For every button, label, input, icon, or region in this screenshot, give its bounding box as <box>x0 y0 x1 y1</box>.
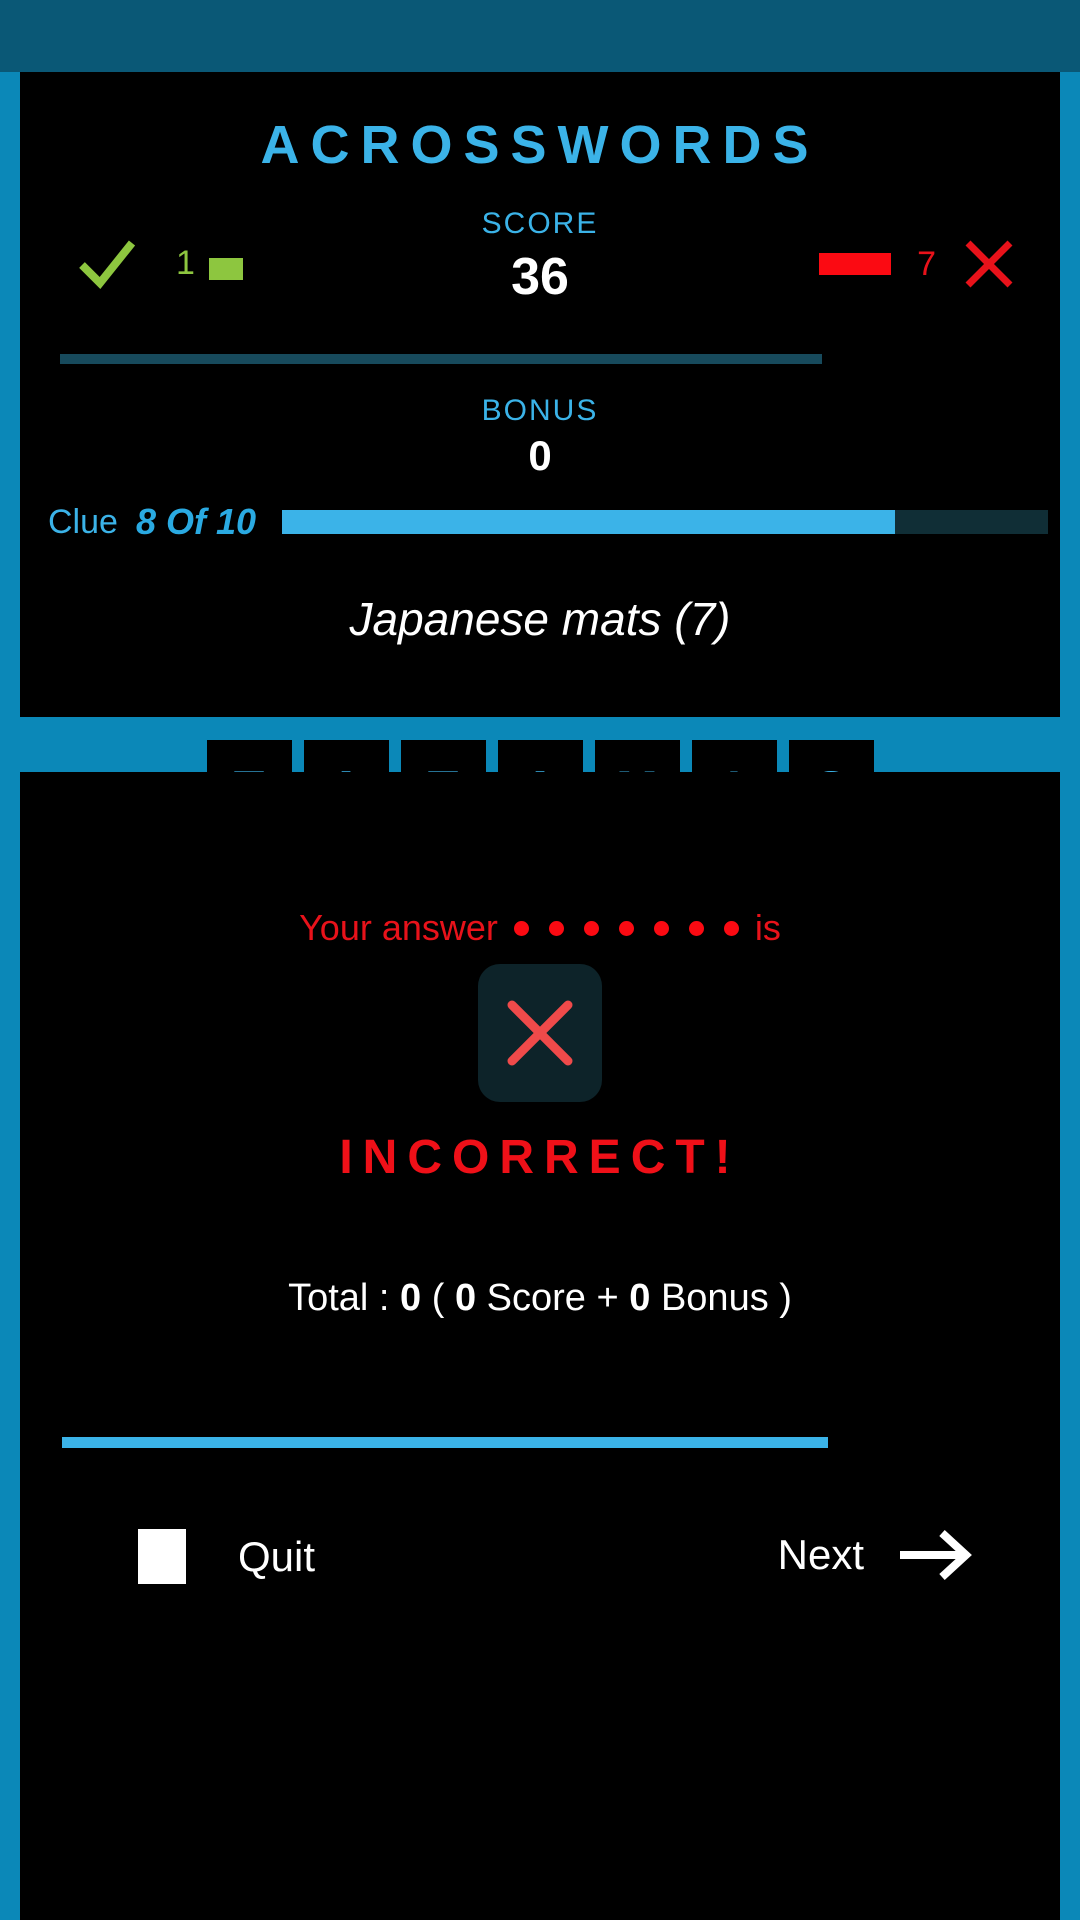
arrow-right-icon <box>898 1529 972 1581</box>
total-line: Total : 0 ( 0 Score + 0 Bonus ) <box>20 1277 1060 1320</box>
clue-label: Clue <box>48 502 118 541</box>
verdict-badge <box>478 964 602 1102</box>
open-paren: ( <box>431 1277 445 1319</box>
total-prefix: Total : <box>288 1277 390 1319</box>
total-bonus-value: 0 <box>629 1277 651 1319</box>
clue-progress-row: Clue 8 Of 10 <box>48 501 1048 542</box>
score-row: 1 SCORE 36 7 <box>20 207 1060 332</box>
clue-progress-bar <box>282 510 1048 534</box>
cross-icon <box>962 237 1016 291</box>
actions-divider <box>62 1437 828 1448</box>
masked-answer-dots <box>513 920 739 936</box>
wrong-chip-icon <box>819 253 892 275</box>
quit-button[interactable]: Quit <box>138 1529 315 1584</box>
quit-label: Quit <box>238 1532 316 1580</box>
close-paren: ) <box>779 1277 792 1319</box>
clue-counter: 8 Of 10 <box>135 501 256 542</box>
page-body: ACROSSWORDS 1 SCORE 36 7 BONUS 0 Clue 8 … <box>0 72 1080 1920</box>
masked-dot-icon <box>548 920 564 936</box>
game-screen: ACROSSWORDS 1 SCORE 36 7 BONUS 0 Clue 8 … <box>0 0 1080 1920</box>
masked-dot-icon <box>688 920 704 936</box>
masked-dot-icon <box>618 920 634 936</box>
stop-square-icon <box>138 1529 186 1584</box>
cross-icon <box>503 996 577 1070</box>
clue-text: Japanese mats (7) <box>349 593 731 645</box>
clue-progress-fill <box>282 510 895 534</box>
masked-dot-icon <box>723 920 739 936</box>
total-plus: + <box>596 1277 619 1319</box>
masked-dot-icon <box>513 920 529 936</box>
result-panel: Your answer is INCORRECT! Total : 0 ( 0 <box>20 772 1060 1920</box>
total-bonus-word: Bonus <box>660 1277 769 1319</box>
bonus-value: 0 <box>528 432 552 479</box>
total-score-word: Score <box>486 1277 586 1319</box>
section-divider <box>60 354 822 364</box>
your-answer-suffix: is <box>754 907 781 948</box>
bonus-label: BONUS <box>481 394 599 427</box>
status-bar <box>0 0 1080 72</box>
actions-bar: Quit Next <box>20 1517 1060 1637</box>
your-answer-prefix: Your answer <box>299 907 498 948</box>
score-label: SCORE <box>481 207 599 240</box>
masked-dot-icon <box>653 920 669 936</box>
page-title: ACROSSWORDS <box>260 115 820 175</box>
next-label: Next <box>777 1531 864 1578</box>
verdict-text: INCORRECT! <box>339 1131 741 1184</box>
masked-dot-icon <box>583 920 599 936</box>
scoreboard-panel: ACROSSWORDS 1 SCORE 36 7 BONUS 0 Clue 8 … <box>20 72 1060 717</box>
wrong-count: 7 <box>917 245 936 283</box>
total-value: 0 <box>400 1277 422 1319</box>
next-button[interactable]: Next <box>778 1529 972 1581</box>
wrong-indicator: 7 <box>819 237 1016 291</box>
your-answer-line: Your answer is <box>20 907 1060 949</box>
total-score-value: 0 <box>454 1277 477 1319</box>
